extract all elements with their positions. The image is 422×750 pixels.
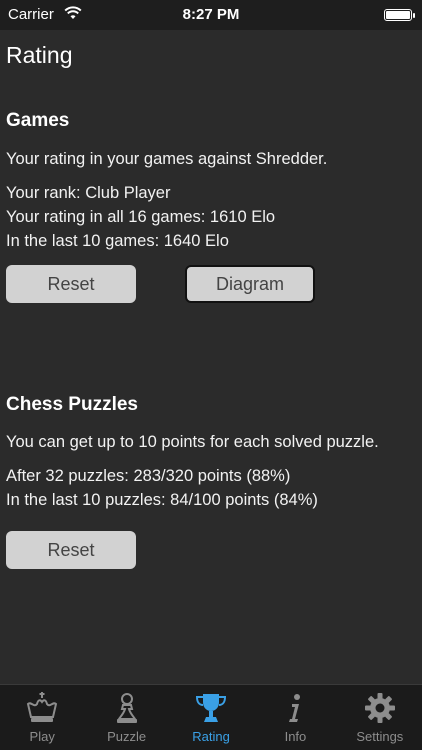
games-rating-all: Your rating in all 16 games: 1610 Elo (6, 208, 276, 226)
tab-rating[interactable]: Rating (169, 685, 253, 750)
games-section-title: Games (6, 110, 70, 131)
tab-bar: Play Puzzle Rating Info Settings (0, 684, 422, 750)
tab-rating-label: Rating (192, 729, 230, 744)
tab-play[interactable]: Play (0, 685, 84, 750)
tab-settings-label: Settings (356, 729, 404, 744)
puzzles-reset-button[interactable]: Reset (6, 531, 136, 569)
status-bar: Carrier 8:27 PM (0, 0, 422, 30)
puzzles-after: After 32 puzzles: 283/320 points (88%) (6, 467, 291, 485)
tab-info[interactable]: Info (253, 685, 337, 750)
puzzles-last: In the last 10 puzzles: 84/100 points (8… (6, 491, 318, 509)
diagram-button[interactable]: Diagram (185, 265, 315, 303)
games-rating-last: In the last 10 games: 1640 Elo (6, 232, 229, 250)
battery-icon (384, 9, 415, 21)
pawn-icon (84, 691, 168, 725)
games-intro: Your rating in your games against Shredd… (6, 150, 328, 168)
tab-puzzle[interactable]: Puzzle (84, 685, 168, 750)
gear-icon (338, 691, 422, 725)
page-title: Rating (6, 42, 73, 68)
games-reset-button[interactable]: Reset (6, 265, 136, 303)
crown-icon (0, 691, 84, 725)
clock: 8:27 PM (182, 6, 240, 23)
tab-play-label: Play (29, 729, 55, 744)
tab-info-label: Info (284, 729, 307, 744)
info-icon (253, 691, 337, 725)
trophy-icon (169, 691, 253, 725)
puzzles-intro: You can get up to 10 points for each sol… (6, 433, 379, 451)
tab-puzzle-label: Puzzle (107, 729, 147, 744)
tab-settings[interactable]: Settings (338, 685, 422, 750)
puzzles-section-title: Chess Puzzles (6, 394, 138, 415)
games-rank: Your rank: Club Player (6, 184, 171, 202)
